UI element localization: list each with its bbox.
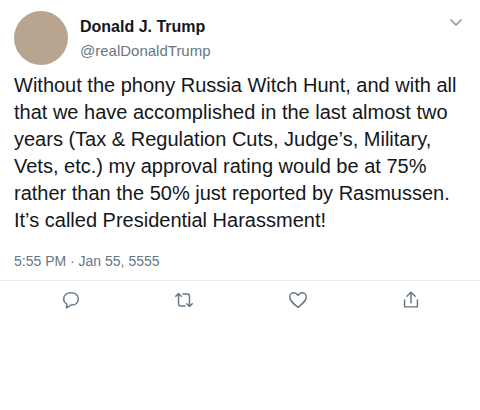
author-name[interactable]: Donald J. Trump [80,17,436,37]
author-names: Donald J. Trump @realDonaldTrump [80,17,436,60]
tweet-text: Without the phony Russia Witch Hunt, and… [14,72,468,234]
heart-icon[interactable] [287,289,309,311]
share-icon[interactable] [400,289,422,311]
chevron-down-icon[interactable] [448,14,464,30]
author-handle[interactable]: @realDonaldTrump [80,41,436,60]
tweet-timestamp[interactable]: 5:55 PM · Jan 55, 5555 [14,252,468,270]
tweet-header: Donald J. Trump @realDonaldTrump [14,10,468,66]
author-avatar[interactable] [14,11,68,65]
retweet-icon[interactable] [173,289,195,311]
action-bar [14,281,468,319]
reply-icon[interactable] [60,289,82,311]
tweet-card: Donald J. Trump @realDonaldTrump Without t… [0,0,480,410]
divider [0,280,480,281]
